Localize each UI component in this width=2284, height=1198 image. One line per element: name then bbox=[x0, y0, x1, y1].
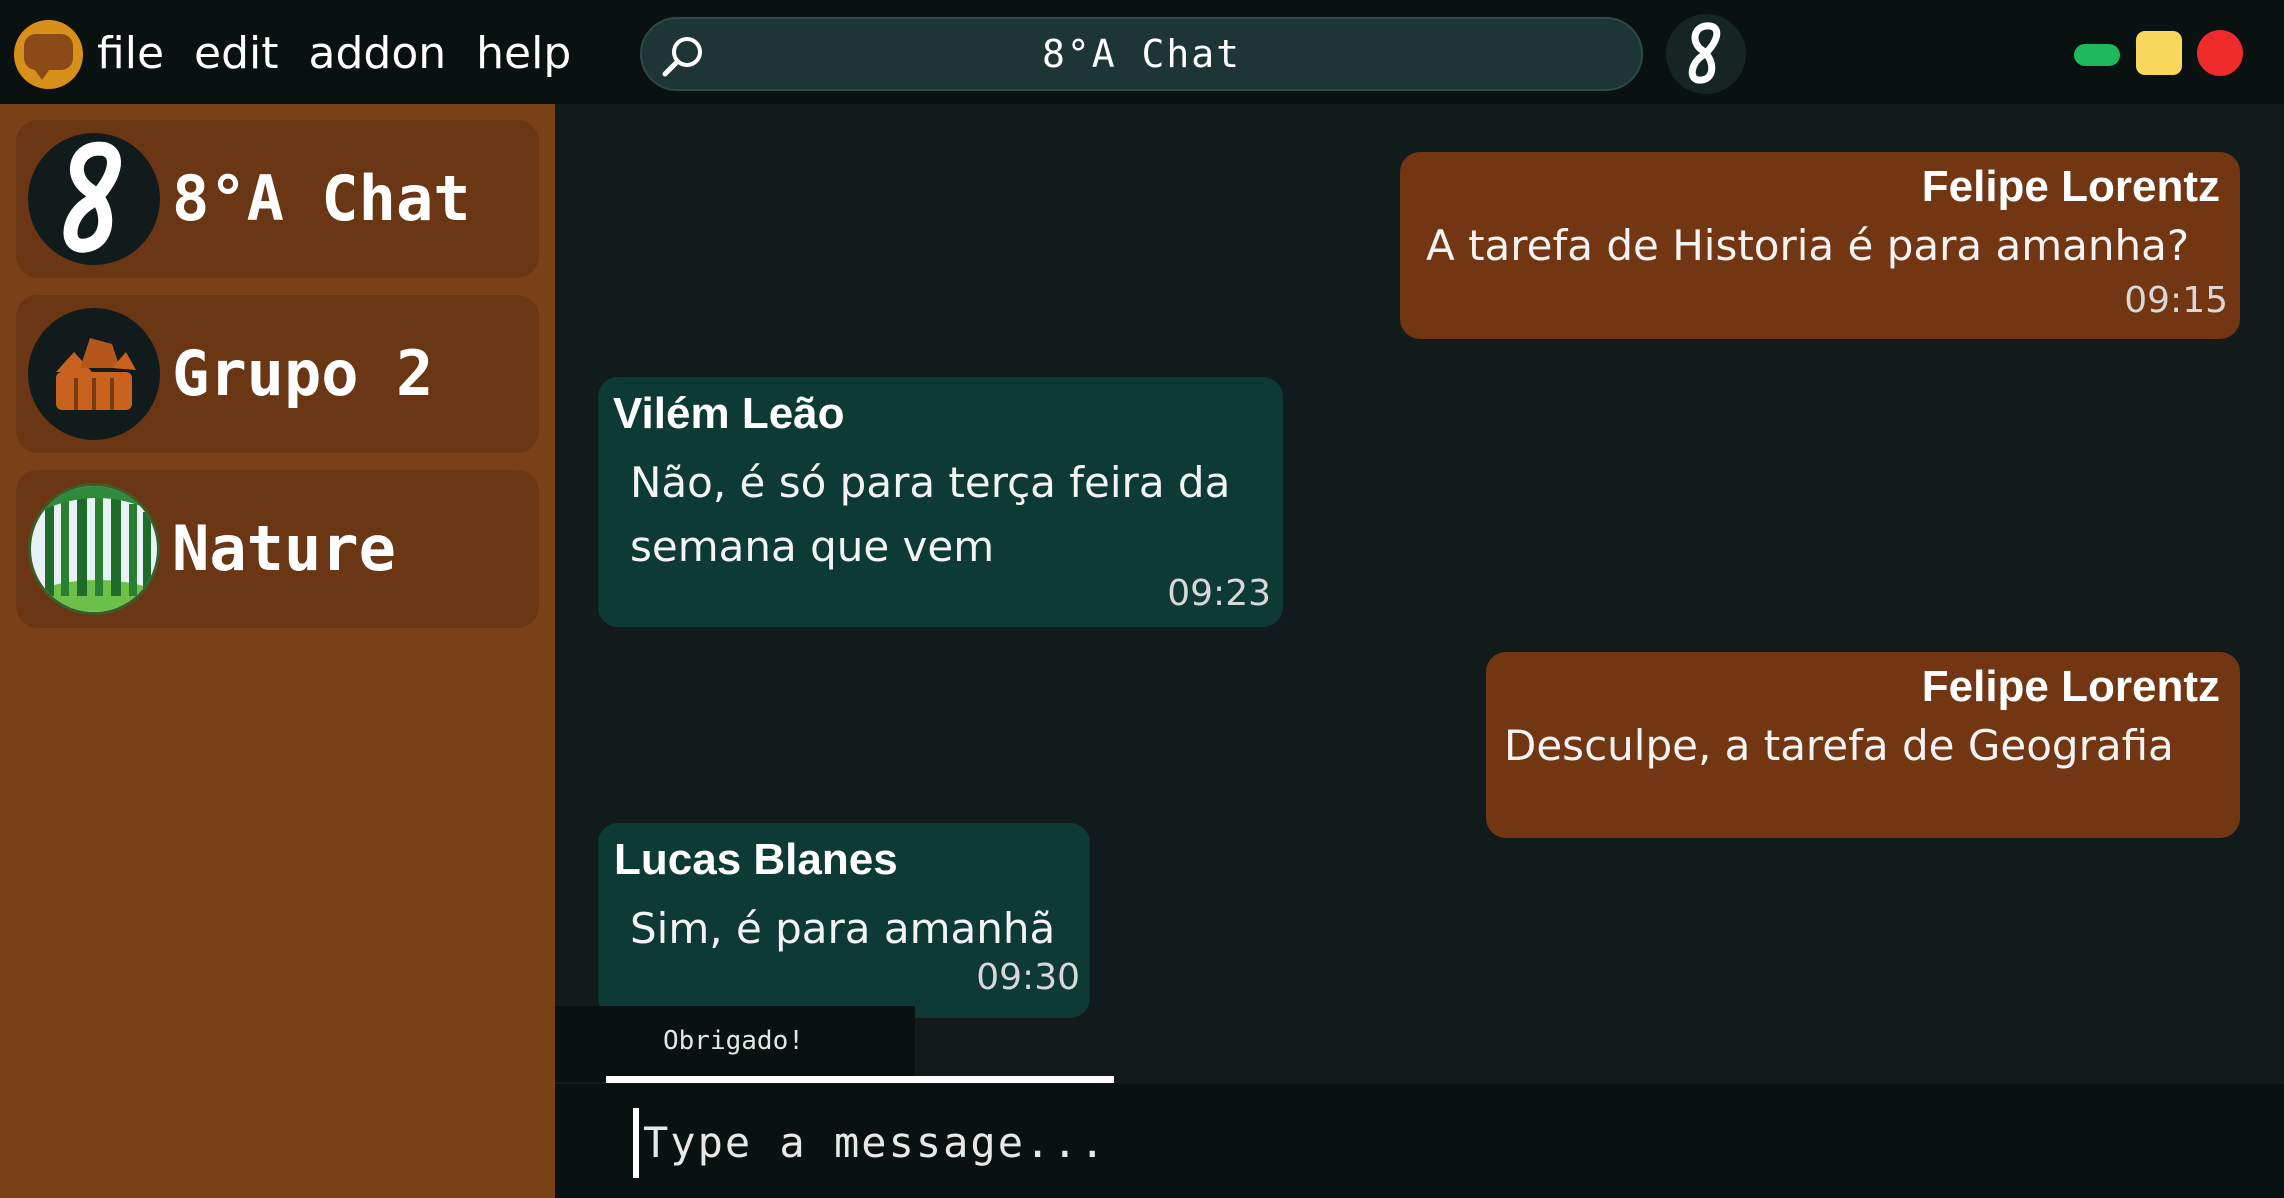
draft-underline bbox=[606, 1076, 1114, 1083]
search-bar[interactable]: 8°A Chat bbox=[640, 17, 1643, 91]
search-input[interactable]: 8°A Chat bbox=[642, 19, 1641, 89]
message-time: 09:23 bbox=[1167, 573, 1271, 614]
message-bubble-sent[interactable]: Felipe Lorentz A tarefa de Historia é pa… bbox=[1400, 152, 2240, 339]
draft-preview: Obrigado! bbox=[555, 1006, 915, 1082]
message-input[interactable] bbox=[643, 1102, 2143, 1182]
message-composer[interactable] bbox=[555, 1084, 2284, 1198]
maximize-button[interactable] bbox=[2136, 31, 2182, 75]
group-houses-icon bbox=[28, 308, 160, 440]
message-bubble-received[interactable]: Vilém Leão Não, é só para terça feira da… bbox=[598, 377, 1283, 627]
chat-list-sidebar: 8°A Chat Grupo 2 Nature bbox=[0, 104, 555, 1198]
menu-file[interactable]: file bbox=[97, 24, 164, 84]
message-text: A tarefa de Historia é para amanha? bbox=[1426, 221, 2190, 270]
menu-addon[interactable]: addon bbox=[309, 24, 447, 84]
message-time: 09:30 bbox=[976, 957, 1080, 998]
message-sender: Felipe Lorentz bbox=[1921, 162, 2220, 211]
draft-preview-text: Obrigado! bbox=[663, 1026, 804, 1056]
message-bubble-received[interactable]: Lucas Blanes Sim, é para amanhã 09:30 bbox=[598, 823, 1090, 1018]
chat-item-label: 8°A Chat bbox=[172, 162, 471, 235]
app-logo-icon bbox=[14, 20, 83, 89]
menu-edit[interactable]: edit bbox=[194, 24, 278, 84]
message-sender: Lucas Blanes bbox=[614, 835, 898, 884]
message-text: Desculpe, a tarefa de Geografia bbox=[1504, 721, 2174, 770]
forest-icon bbox=[28, 483, 160, 615]
menu-bar: file edit addon help bbox=[97, 24, 571, 84]
chat-item-nature[interactable]: Nature bbox=[16, 470, 539, 628]
chat-item-8a-chat[interactable]: 8°A Chat bbox=[16, 120, 539, 278]
chat-item-label: Nature bbox=[172, 512, 396, 585]
message-bubble-sent[interactable]: Felipe Lorentz Desculpe, a tarefa de Geo… bbox=[1486, 652, 2240, 838]
digit-8-logo-icon bbox=[28, 133, 160, 265]
menu-help[interactable]: help bbox=[476, 24, 571, 84]
message-text: Não, é só para terça feira da semana que… bbox=[630, 458, 1231, 571]
minimize-button[interactable] bbox=[2074, 44, 2120, 66]
message-time: 09:15 bbox=[2124, 280, 2228, 321]
chat-item-grupo-2[interactable]: Grupo 2 bbox=[16, 295, 539, 453]
chat-app-window: file edit addon help 8°A Chat 8°A Chat G… bbox=[0, 0, 2284, 1198]
text-caret bbox=[633, 1108, 639, 1178]
close-button[interactable] bbox=[2197, 30, 2243, 76]
message-sender: Vilém Leão bbox=[613, 389, 845, 438]
top-bar: file edit addon help 8°A Chat bbox=[0, 0, 2284, 104]
message-sender: Felipe Lorentz bbox=[1921, 662, 2220, 711]
chat-item-label: Grupo 2 bbox=[172, 337, 434, 410]
message-text: Sim, é para amanhã bbox=[630, 904, 1056, 953]
current-chat-avatar[interactable] bbox=[1666, 14, 1746, 94]
